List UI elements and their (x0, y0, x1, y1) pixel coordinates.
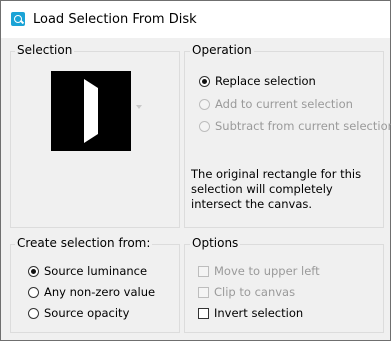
radio-button[interactable] (199, 75, 210, 87)
selection-preview[interactable] (51, 71, 131, 151)
window-title: Load Selection From Disk (33, 12, 197, 27)
radio-button[interactable] (28, 286, 39, 298)
selection-group-title: Selection (15, 43, 75, 57)
checkbox-label: Move to upper left (214, 264, 320, 278)
preview-dropdown-arrow-icon[interactable] (136, 105, 142, 109)
radio-replace-selection[interactable]: Replace selection (199, 74, 316, 88)
radio-subtract-from-selection[interactable]: Subtract from current selection (199, 119, 391, 133)
checkbox[interactable] (198, 286, 209, 298)
radio-label: Subtract from current selection (215, 119, 391, 133)
load-selection-dialog: Load Selection From Disk Selection Opera… (0, 0, 391, 341)
radio-label: Source opacity (44, 306, 130, 320)
radio-any-non-zero[interactable]: Any non-zero value (28, 285, 155, 299)
checkbox[interactable] (198, 265, 209, 277)
checkbox-invert-selection[interactable]: Invert selection (198, 306, 303, 320)
checkbox[interactable] (198, 307, 209, 319)
radio-label: Add to current selection (215, 97, 353, 111)
options-group-title: Options (190, 236, 241, 250)
checkbox-label: Clip to canvas (214, 285, 296, 299)
radio-label: Source luminance (44, 264, 148, 278)
radio-label: Replace selection (215, 74, 316, 88)
checkbox-label: Invert selection (214, 306, 304, 320)
selection-preview-image (51, 71, 131, 151)
radio-button[interactable] (199, 120, 210, 132)
radio-button[interactable] (28, 265, 39, 277)
checkbox-clip-to-canvas[interactable]: Clip to canvas (198, 285, 295, 299)
radio-button[interactable] (199, 98, 210, 110)
radio-add-to-selection[interactable]: Add to current selection (199, 97, 353, 111)
radio-source-opacity[interactable]: Source opacity (28, 306, 129, 320)
radio-label: Any non-zero value (44, 285, 156, 299)
app-selection-icon (11, 12, 25, 26)
operation-description: The original rectangle for this selectio… (191, 167, 362, 211)
checkbox-move-to-upper-left[interactable]: Move to upper left (198, 264, 320, 278)
radio-button[interactable] (28, 307, 39, 319)
title-bar: Load Selection From Disk (1, 1, 390, 38)
create-from-group-title: Create selection from: (15, 236, 153, 250)
radio-source-luminance[interactable]: Source luminance (28, 264, 147, 278)
operation-group-title: Operation (190, 43, 254, 57)
